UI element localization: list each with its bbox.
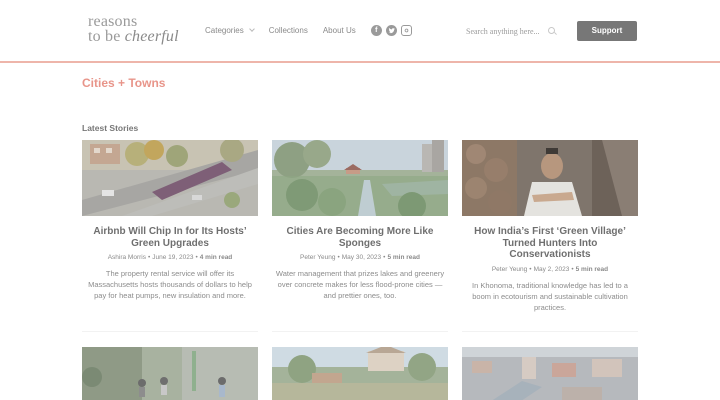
meta-separator: •: [529, 265, 532, 273]
meta-separator: •: [571, 265, 574, 273]
search-input[interactable]: [466, 26, 546, 36]
article-image-cityscape[interactable]: [462, 347, 638, 400]
logo-text-highlight: cheerful: [124, 28, 179, 45]
nav-item-collections[interactable]: Collections: [269, 26, 308, 35]
twitter-icon[interactable]: [385, 25, 397, 36]
card-divider: [82, 331, 258, 332]
article-date: May 30, 2023: [341, 254, 382, 261]
meta-separator: •: [383, 254, 386, 261]
social-links: f: [370, 25, 416, 36]
meta-separator: •: [337, 254, 340, 261]
article-image-portrait[interactable]: [462, 140, 638, 216]
nav-item-categories[interactable]: Categories: [205, 26, 255, 35]
article-meta: Peter Yeung • May 2, 2023 • 5 min read: [462, 266, 638, 273]
article-read-time: 5 min read: [575, 265, 609, 273]
nav-item-about-us[interactable]: About Us: [323, 26, 356, 35]
page-title: Cities + Towns: [82, 76, 166, 90]
facebook-icon[interactable]: f: [370, 25, 382, 36]
article-title[interactable]: Airbnb Will Chip In for Its Hosts’ Green…: [82, 226, 258, 249]
article-image-wetland[interactable]: [272, 140, 448, 216]
card-divider: [272, 331, 448, 332]
article-meta: Peter Yeung • May 30, 2023 • 5 min read: [272, 254, 448, 261]
article-card[interactable]: Cities Are Becoming More Like Sponges Pe…: [272, 140, 448, 301]
article-title[interactable]: Cities Are Becoming More Like Sponges: [272, 226, 448, 249]
article-author[interactable]: Ashira Morris: [108, 254, 146, 261]
search-bar: [466, 24, 561, 38]
article-card[interactable]: How India’s First ‘Green Village’ Turned…: [462, 140, 638, 313]
header-divider: [0, 61, 720, 63]
article-image-cyclists[interactable]: [82, 347, 258, 400]
meta-separator: •: [195, 254, 198, 261]
article-author[interactable]: Peter Yeung: [492, 266, 527, 273]
article-card[interactable]: [272, 347, 448, 400]
nav-label-categories: Categories: [205, 26, 244, 35]
site-header: reasons to be cheerful Categories Collec…: [0, 0, 720, 62]
search-icon[interactable]: [548, 26, 557, 36]
article-card[interactable]: [462, 347, 638, 400]
article-author[interactable]: Peter Yeung: [300, 254, 335, 261]
article-card[interactable]: [82, 347, 258, 400]
nav-label-collections: Collections: [268, 26, 308, 35]
article-card[interactable]: Airbnb Will Chip In for Its Hosts’ Green…: [82, 140, 258, 301]
support-button[interactable]: Support: [577, 21, 637, 41]
article-image-street[interactable]: [82, 140, 258, 216]
article-date: June 19, 2023: [152, 254, 194, 261]
logo-text-a: to be: [88, 28, 125, 45]
article-excerpt: Water management that prizes lakes and g…: [275, 269, 445, 300]
article-read-time: 5 min read: [387, 254, 420, 261]
section-title: Latest Stories: [82, 123, 139, 133]
main-nav: Categories Collections About Us f: [205, 25, 416, 36]
article-date: May 2, 2023: [533, 265, 570, 273]
article-read-time: 4 min read: [199, 254, 233, 261]
card-divider: [462, 331, 638, 332]
logo-line-2: to be cheerful: [88, 28, 190, 45]
article-excerpt: In Khonoma, traditional knowledge has le…: [472, 280, 628, 312]
meta-separator: •: [148, 254, 151, 261]
chevron-down-icon: [248, 26, 255, 32]
article-meta: Ashira Morris • June 19, 2023 • 4 min read: [82, 254, 258, 261]
nav-label-about-us: About Us: [322, 26, 356, 35]
article-title[interactable]: How India’s First ‘Green Village’ Turned…: [462, 226, 638, 261]
logo-line-1: reasons: [88, 13, 138, 30]
site-logo[interactable]: reasons to be cheerful: [88, 14, 190, 46]
article-excerpt: The property rental service will offer i…: [88, 269, 252, 300]
instagram-icon[interactable]: [400, 25, 412, 36]
article-image-village[interactable]: [272, 347, 448, 400]
